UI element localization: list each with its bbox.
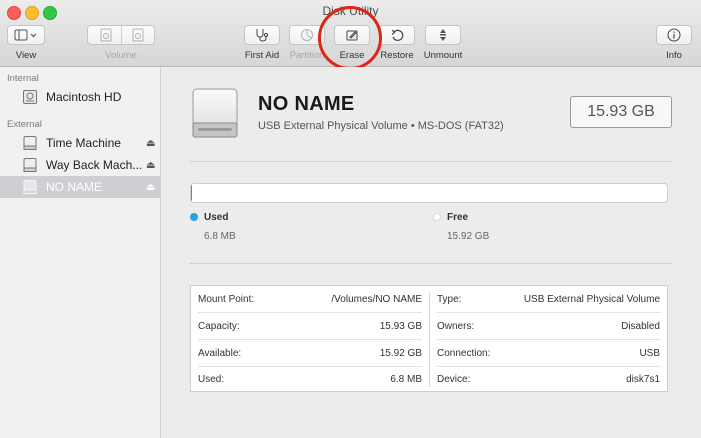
volume-size-badge: 15.93 GB (570, 96, 672, 128)
toolbar: Disk Utility View Volume First Aid Parti… (0, 0, 701, 67)
info-key: Type: (437, 293, 462, 305)
stethoscope-icon (256, 29, 268, 42)
info-value: disk7s1 (626, 373, 660, 385)
sidebar-item-macintosh-hd[interactable]: Macintosh HD (0, 86, 160, 108)
info-key: Owners: (437, 320, 475, 332)
info-key: Connection: (437, 347, 491, 359)
unmount-button[interactable] (425, 25, 461, 45)
info-key: Used: (198, 373, 225, 385)
volume-segmented-control[interactable] (87, 25, 155, 45)
volume-detail-pane: NO NAME USB External Physical Volume • M… (161, 67, 701, 438)
sidebar-item-no-name[interactable]: NO NAME ⏏ (0, 176, 160, 198)
info-value: Disabled (621, 320, 660, 332)
info-value: /Volumes/NO NAME (331, 293, 422, 305)
unmount-label: Unmount (423, 50, 463, 61)
erase-label: Erase (339, 50, 365, 61)
external-drive-icon (23, 180, 37, 194)
volume-label: Volume (105, 50, 137, 61)
info-row-capacity: Capacity: 15.93 GB (191, 313, 429, 339)
info-row-owners: Owners: Disabled (430, 313, 667, 339)
erase-button[interactable] (334, 25, 370, 45)
info-row-type: Type: USB External Physical Volume (430, 286, 667, 312)
first-aid-button[interactable] (244, 25, 280, 45)
erase-icon (346, 30, 358, 41)
sidebar-header-external: External (7, 119, 42, 130)
sidebar-item-label: NO NAME (46, 180, 103, 194)
free-legend-value: 15.92 GB (447, 231, 490, 242)
sidebar-item-label: Way Back Mach... (46, 158, 143, 172)
info-icon (667, 28, 681, 42)
info-value: 15.93 GB (379, 320, 422, 332)
info-value: 6.8 MB (390, 373, 422, 385)
view-label: View (15, 50, 37, 61)
info-row-mount-point: Mount Point: /Volumes/NO NAME (191, 286, 429, 312)
info-key: Mount Point: (198, 293, 255, 305)
restore-arrow-icon (391, 29, 404, 41)
eject-icon[interactable]: ⏏ (146, 138, 155, 149)
info-value: USB (639, 347, 660, 359)
partition-button[interactable] (289, 25, 325, 45)
external-drive-icon (23, 136, 37, 150)
info-label: Info (666, 50, 682, 61)
internal-drive-icon (23, 90, 37, 104)
info-row-available: Available: 15.92 GB (191, 340, 429, 366)
view-button[interactable] (7, 25, 45, 45)
free-legend-dot (433, 213, 441, 221)
used-legend-dot (190, 213, 198, 221)
sidebar-item-way-back-machine[interactable]: Way Back Mach... ⏏ (0, 154, 160, 176)
eject-icon[interactable]: ⏏ (146, 160, 155, 171)
sidebar-item-time-machine[interactable]: Time Machine ⏏ (0, 132, 160, 154)
info-key: Device: (437, 373, 471, 385)
divider (190, 161, 672, 162)
add-volume-icon (100, 28, 112, 42)
disk-utility-window: Disk Utility View Volume First Aid Parti… (0, 0, 701, 438)
info-row-used: Used: 6.8 MB (191, 366, 429, 392)
eject-icon[interactable]: ⏏ (146, 182, 155, 193)
partition-pie-icon (301, 29, 313, 41)
info-row-device: Device: disk7s1 (430, 366, 667, 392)
partition-label: Partition (289, 50, 325, 61)
volume-info-table: Mount Point: /Volumes/NO NAME Capacity: … (190, 285, 668, 392)
volume-subtitle: USB External Physical Volume • MS-DOS (F… (258, 120, 504, 132)
unmount-icon (440, 29, 446, 41)
used-legend-label: Used (204, 212, 229, 223)
window-title: Disk Utility (322, 4, 379, 18)
sidebar-header-internal: Internal (7, 73, 39, 84)
remove-volume-icon (132, 28, 144, 42)
info-value: 15.92 GB (379, 347, 422, 359)
sidebar-item-label: Macintosh HD (46, 90, 122, 104)
first-aid-label: First Aid (244, 50, 280, 61)
volume-drive-icon (192, 88, 238, 138)
info-row-connection: Connection: USB (430, 340, 667, 366)
info-key: Available: (198, 347, 242, 359)
restore-label: Restore (380, 50, 414, 61)
used-legend-value: 6.8 MB (204, 231, 236, 242)
free-legend-label: Free (447, 212, 469, 223)
sidebar-toggle-icon (14, 29, 37, 41)
info-button[interactable] (656, 25, 692, 45)
external-drive-icon (23, 158, 37, 172)
volume-name: NO NAME (258, 93, 355, 115)
usage-bar (190, 183, 668, 203)
divider (190, 263, 672, 264)
info-value: USB External Physical Volume (523, 293, 660, 305)
restore-button[interactable] (379, 25, 415, 45)
sidebar: Internal Macintosh HD External Time Mach… (0, 67, 161, 438)
info-key: Capacity: (198, 320, 240, 332)
sidebar-item-label: Time Machine (46, 136, 121, 150)
